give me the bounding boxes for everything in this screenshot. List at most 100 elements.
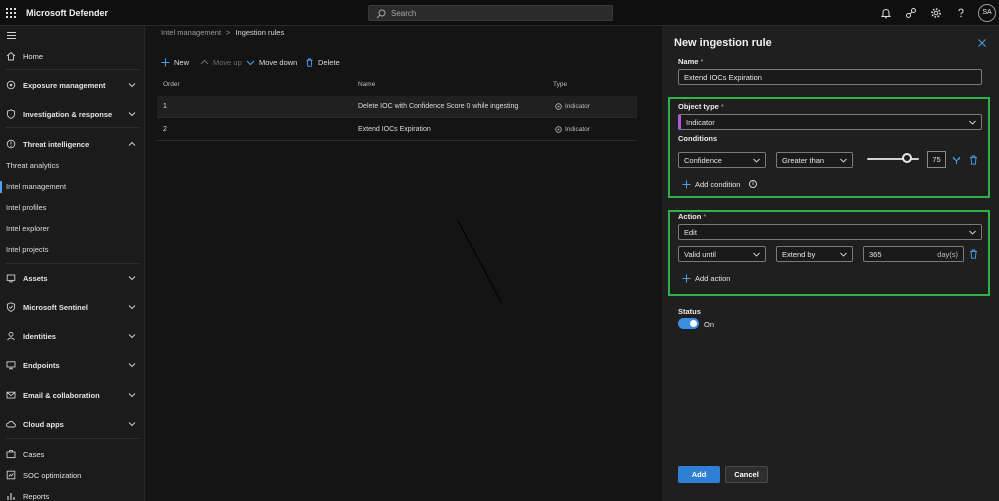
sidebar-item-cases[interactable]: Cases	[0, 445, 144, 465]
sidebar-item-exposure-management[interactable]: Exposure management	[0, 76, 144, 96]
chevron-down-icon	[969, 230, 976, 235]
action-label: Action *	[678, 212, 707, 221]
column-header-order[interactable]: Order	[163, 81, 180, 88]
chevron-down-icon	[128, 422, 136, 427]
action-operator-dropdown[interactable]: Extend by	[776, 246, 853, 262]
bell-icon[interactable]	[880, 7, 892, 19]
sidebar-item-threat-analytics[interactable]: Threat analytics	[0, 157, 144, 175]
hamburger-icon[interactable]	[7, 32, 16, 40]
condition-field-dropdown[interactable]: Confidence	[678, 152, 766, 168]
plus-icon	[682, 180, 691, 189]
trash-icon	[306, 58, 313, 67]
chevron-down-icon	[128, 334, 136, 339]
indicator-icon	[555, 103, 562, 110]
sidebar-item-email-collaboration[interactable]: Email & collaboration	[0, 386, 144, 406]
app-title[interactable]: Microsoft Defender	[26, 8, 108, 18]
chevron-up-icon	[128, 141, 136, 146]
row-order: 1	[163, 103, 167, 110]
chevron-down-icon	[128, 276, 136, 281]
status-toggle[interactable]	[678, 318, 699, 329]
avatar[interactable]: SA	[978, 4, 996, 22]
connections-icon[interactable]	[905, 7, 917, 19]
sidebar-divider	[6, 69, 139, 70]
table-row[interactable]: 1 Delete IOC with Confidence Score 0 whi…	[157, 96, 637, 118]
condition-operator-dropdown[interactable]: Greater than	[776, 152, 853, 168]
shield-icon	[6, 109, 16, 119]
trash-icon[interactable]	[969, 155, 978, 165]
sidebar-item-intel-explorer[interactable]: Intel explorer	[0, 220, 144, 238]
search-input[interactable]: Search	[368, 5, 613, 21]
endpoints-icon	[6, 361, 16, 370]
breadcrumb-current: Ingestion rules	[235, 28, 285, 37]
chevron-down-icon	[128, 112, 136, 117]
breadcrumb-separator: >	[226, 28, 231, 37]
panel-title: New ingestion rule	[674, 37, 772, 49]
sidebar-item-intel-profiles[interactable]: Intel profiles	[0, 199, 144, 217]
sidebar-item-endpoints[interactable]: Endpoints	[0, 356, 144, 376]
sidebar: Home Exposure management Investigation &…	[0, 26, 145, 501]
chevron-up-icon	[200, 59, 209, 65]
column-header-type[interactable]: Type	[553, 81, 567, 88]
app-launcher-icon[interactable]	[6, 8, 16, 18]
confidence-value-input[interactable]: 75	[927, 151, 946, 168]
close-icon[interactable]	[978, 39, 986, 47]
breadcrumb: Intel management > Ingestion rules	[161, 28, 284, 37]
object-type-dropdown[interactable]: Indicator	[678, 114, 982, 130]
chevron-down-icon	[840, 158, 847, 163]
action-field-dropdown[interactable]: Valid until	[678, 246, 766, 262]
sidebar-item-identities[interactable]: Identities	[0, 327, 144, 347]
sentinel-icon	[6, 302, 16, 312]
sidebar-item-microsoft-sentinel[interactable]: Microsoft Sentinel	[0, 298, 144, 318]
sidebar-item-cloud-apps[interactable]: Cloud apps	[0, 415, 144, 435]
cancel-button[interactable]: Cancel	[725, 466, 768, 483]
plus-icon	[682, 274, 691, 283]
soc-icon	[6, 470, 16, 480]
action-dropdown[interactable]: Edit	[678, 224, 982, 240]
search-placeholder: Search	[391, 9, 417, 18]
days-unit: day(s)	[937, 250, 958, 259]
row-type: Indicator	[565, 103, 590, 110]
row-name: Extend IOCs Expiration	[358, 126, 431, 133]
assets-icon	[6, 274, 16, 283]
sidebar-item-intel-projects[interactable]: Intel projects	[0, 241, 144, 259]
main-content: Intel management > Ingestion rules New Mov…	[145, 26, 662, 501]
help-icon[interactable]	[955, 7, 967, 19]
chevron-down-icon	[969, 120, 976, 125]
row-order: 2	[163, 126, 167, 133]
breadcrumb-parent[interactable]: Intel management	[161, 28, 221, 37]
chevron-down-icon	[753, 158, 760, 163]
chevron-down-icon	[128, 363, 136, 368]
sidebar-item-intel-management[interactable]: Intel management	[0, 178, 144, 196]
gear-icon[interactable]	[930, 7, 942, 19]
sidebar-item-investigation-response[interactable]: Investigation & response	[0, 105, 144, 125]
column-header-name[interactable]: Name	[358, 81, 375, 88]
status-value: On	[704, 320, 715, 329]
extend-days-input[interactable]: 365 day(s)	[863, 246, 964, 262]
indicator-icon	[555, 126, 562, 133]
chevron-down-icon	[753, 252, 760, 257]
reports-icon	[7, 493, 15, 500]
sidebar-item-threat-intelligence[interactable]: Threat intelligence	[0, 135, 144, 155]
sidebar-item-soc-optimization[interactable]: SOC optimization	[0, 466, 144, 486]
add-button[interactable]: Add	[678, 466, 720, 483]
name-field[interactable]: Extend IOCs Expiration	[678, 69, 982, 85]
chevron-down-icon	[128, 393, 136, 398]
cases-icon	[6, 450, 16, 459]
confidence-slider-thumb[interactable]	[902, 153, 912, 163]
row-name: Delete IOC with Confidence Score 0 while…	[358, 103, 519, 110]
sidebar-divider	[6, 127, 139, 128]
threat-intel-icon	[6, 139, 16, 149]
filter-icon[interactable]	[952, 155, 961, 165]
sidebar-item-reports[interactable]: Reports	[0, 487, 144, 501]
table-row[interactable]: 2 Extend IOCs Expiration Indicator	[157, 119, 637, 141]
sidebar-item-assets[interactable]: Assets	[0, 269, 144, 289]
chevron-down-icon	[128, 305, 136, 310]
sidebar-item-home[interactable]: Home	[0, 47, 144, 67]
info-icon[interactable]: i	[749, 180, 757, 188]
name-label: Name *	[678, 57, 704, 66]
trash-icon[interactable]	[969, 249, 978, 259]
object-type-label: Object type *	[678, 102, 724, 111]
email-icon	[6, 391, 16, 399]
identities-icon	[7, 331, 15, 341]
chevron-down-icon	[840, 252, 847, 257]
